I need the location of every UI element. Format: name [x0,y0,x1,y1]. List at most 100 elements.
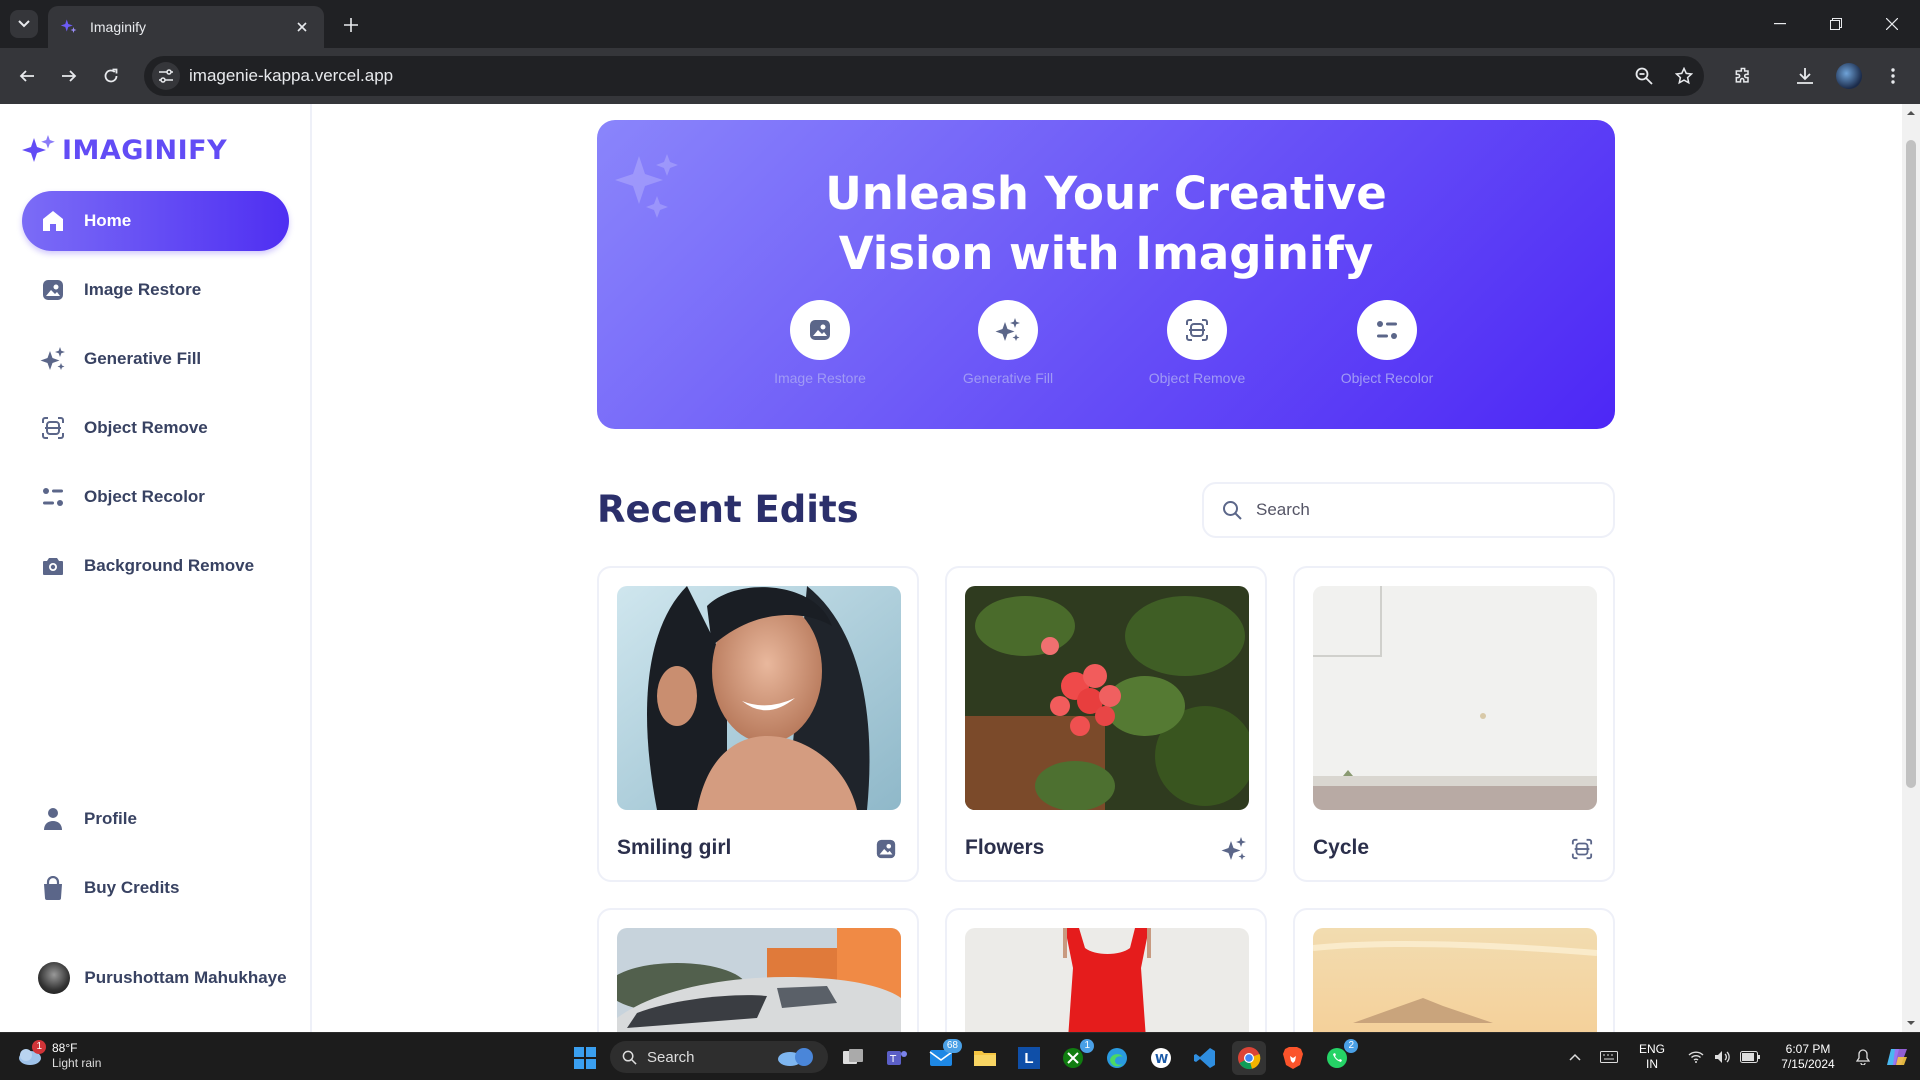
l-app-icon[interactable]: L [1012,1041,1046,1075]
close-window-button[interactable] [1864,0,1920,48]
card-title: Cycle [1313,836,1370,859]
sidebar-item-object-recolor[interactable]: Object Recolor [22,467,289,527]
l-app-glyph: L [1018,1047,1040,1069]
mail-icon[interactable]: 68 [924,1039,962,1075]
sidebar-item-object-remove[interactable]: Object Remove [22,398,289,458]
page-scrollbar[interactable] [1902,104,1920,1032]
clock[interactable]: 6:07 PM 7/15/2024 [1770,1042,1846,1072]
edge-icon[interactable] [1100,1041,1134,1075]
image-card-cycle[interactable]: Cycle [1293,566,1615,882]
notification-bell-icon[interactable] [1846,1040,1880,1074]
url-text: imagenie-kappa.vercel.app [189,66,394,85]
chevron-down-icon [18,20,30,28]
whatsapp-icon[interactable]: 2 [1320,1039,1358,1075]
image-card-car[interactable] [597,908,919,1032]
sidebar-item-label: Profile [84,809,137,828]
card-title: Flowers [965,836,1045,859]
feature-label: Image Restore [774,370,866,386]
forward-button[interactable] [54,61,84,91]
scroll-down-icon[interactable] [1906,1018,1916,1028]
avatar [38,962,70,994]
image-thumbnail[interactable] [965,928,1249,1032]
card-title: Smiling girl [617,836,732,859]
feature-object-remove[interactable]: Object Remove [1127,300,1267,386]
reload-icon [104,68,118,83]
new-tab-button[interactable] [338,12,364,38]
sidebar-item-home[interactable]: Home [22,191,289,251]
scrollbar-thumb[interactable] [1906,140,1916,788]
user-profile-row[interactable]: Purushottam Mahukhaye [22,943,289,1013]
language-indicator[interactable]: ENG IN [1626,1042,1678,1072]
search-box[interactable] [1202,482,1615,538]
sidebar-item-buy-credits[interactable]: Buy Credits [22,858,289,918]
image-card-mountain[interactable] [1293,908,1615,1032]
scan-icon [1569,836,1595,862]
sidebar-item-image-restore[interactable]: Image Restore [22,260,289,320]
feature-generative-fill[interactable]: Generative Fill [938,300,1078,386]
scan-icon [40,415,66,441]
taskbar: 1 88°F Light rain Search T 68 L 1 W 2 EN… [0,1032,1920,1080]
close-icon [1886,18,1898,30]
search-icon [1223,501,1242,520]
brave-icon[interactable] [1276,1041,1310,1075]
chevron-up-icon[interactable] [1558,1040,1592,1074]
user-icon [40,806,66,832]
search-input[interactable] [1256,500,1576,520]
back-button[interactable] [12,61,42,91]
site-info-button[interactable] [152,62,180,90]
profile-avatar[interactable] [1834,61,1864,91]
image-thumbnail[interactable] [965,586,1249,810]
restore-button[interactable] [1808,0,1864,48]
weather-widget[interactable]: 1 88°F Light rain [16,1040,102,1071]
task-view-icon[interactable] [836,1041,870,1075]
bookmark-star-icon[interactable] [1672,64,1696,88]
stars-icon [40,346,66,372]
reload-button[interactable] [96,61,126,91]
image-card-dress[interactable] [945,908,1267,1032]
weather-desc: Light rain [52,1056,102,1070]
logo[interactable]: IMAGINIFY [22,134,227,166]
zoom-icon[interactable] [1632,64,1656,88]
xbox-icon[interactable]: 1 [1056,1039,1094,1075]
browser-menu-icon[interactable] [1878,61,1908,91]
image-thumbnail[interactable] [1313,586,1597,810]
clock-date: 7/15/2024 [1781,1057,1835,1071]
image-thumbnail[interactable] [1313,928,1597,1032]
image-icon [40,277,66,303]
file-explorer-icon[interactable] [968,1041,1002,1075]
filter-icon [40,484,66,510]
feature-image-restore[interactable]: Image Restore [750,300,890,386]
weather-badge: 1 [32,1040,46,1054]
taskbar-search[interactable]: Search [610,1041,828,1073]
feature-object-recolor[interactable]: Object Recolor [1317,300,1457,386]
word-icon[interactable]: W [1144,1041,1178,1075]
chrome-icon[interactable] [1232,1041,1266,1075]
sidebar-item-background-remove[interactable]: Background Remove [22,536,289,596]
tab-search-button[interactable] [10,10,38,38]
minimize-button[interactable] [1752,0,1808,48]
image-card-flowers[interactable]: Flowers [945,566,1267,882]
sidebar-item-profile[interactable]: Profile [22,789,289,849]
page-viewport: IMAGINIFY Home Image Restore Generative … [0,104,1920,1032]
plus-icon [344,18,358,32]
windows-start-icon[interactable] [568,1041,602,1075]
extensions-icon[interactable] [1728,61,1758,91]
scan-icon [1167,300,1227,360]
address-bar[interactable]: imagenie-kappa.vercel.app [144,56,1704,96]
scroll-up-icon[interactable] [1906,108,1916,118]
image-thumbnail[interactable] [617,586,901,810]
image-card-smiling-girl[interactable]: Smiling girl [597,566,919,882]
user-name: Purushottam Mahukhaye [84,968,287,987]
copilot-icon[interactable] [1880,1040,1914,1074]
quick-settings[interactable] [1678,1050,1770,1064]
teams-icon[interactable]: T [880,1041,914,1075]
browser-tab[interactable]: Imaginify [48,6,324,48]
vscode-icon[interactable] [1188,1041,1222,1075]
sidebar-item-generative-fill[interactable]: Generative Fill [22,329,289,389]
sidebar-item-label: Object Remove [84,418,208,437]
browser-tabstrip: Imaginify [0,0,1920,48]
download-icon[interactable] [1790,61,1820,91]
tab-close-icon[interactable] [292,17,312,37]
keyboard-icon[interactable] [1592,1040,1626,1074]
image-thumbnail[interactable] [617,928,901,1032]
